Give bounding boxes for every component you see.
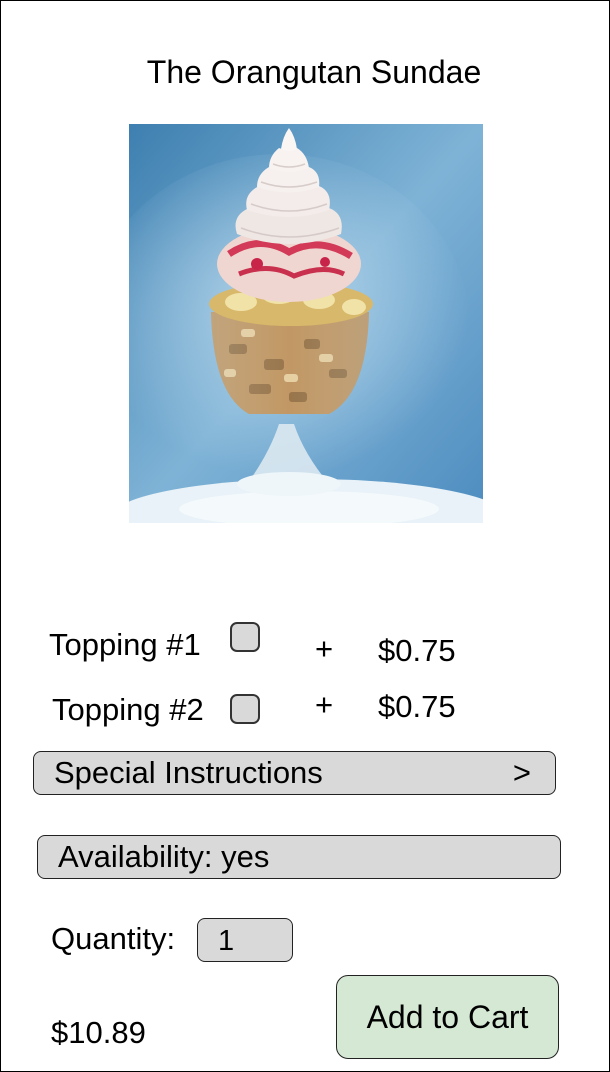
product-photo xyxy=(129,124,483,523)
topping-2-plus: + xyxy=(315,687,334,722)
total-price: $10.89 xyxy=(51,1015,146,1050)
topping-1-plus: + xyxy=(315,631,334,666)
special-instructions-button[interactable]: Special Instructions > xyxy=(33,751,556,795)
availability-label: Availability: yes xyxy=(58,839,270,874)
quantity-label: Quantity: xyxy=(51,921,176,956)
product-title: The Orangutan Sundae xyxy=(146,54,482,90)
special-instructions-label: Special Instructions xyxy=(54,755,323,790)
add-to-cart-button[interactable]: Add to Cart xyxy=(336,975,559,1059)
topping-1-checkbox[interactable] xyxy=(230,622,260,652)
topping-2-checkbox[interactable] xyxy=(230,694,260,724)
topping-1-label: Topping #1 xyxy=(49,627,201,662)
quantity-input[interactable]: 1 xyxy=(197,918,293,962)
topping-1-price: $0.75 xyxy=(378,633,456,668)
topping-2-price: $0.75 xyxy=(378,689,456,724)
topping-2-label: Topping #2 xyxy=(52,692,204,727)
availability-field: Availability: yes xyxy=(37,835,561,879)
chevron-right-icon: > xyxy=(512,755,531,790)
product-card: The Orangutan Sundae Topping #1 + $0.75 … xyxy=(0,0,610,1072)
